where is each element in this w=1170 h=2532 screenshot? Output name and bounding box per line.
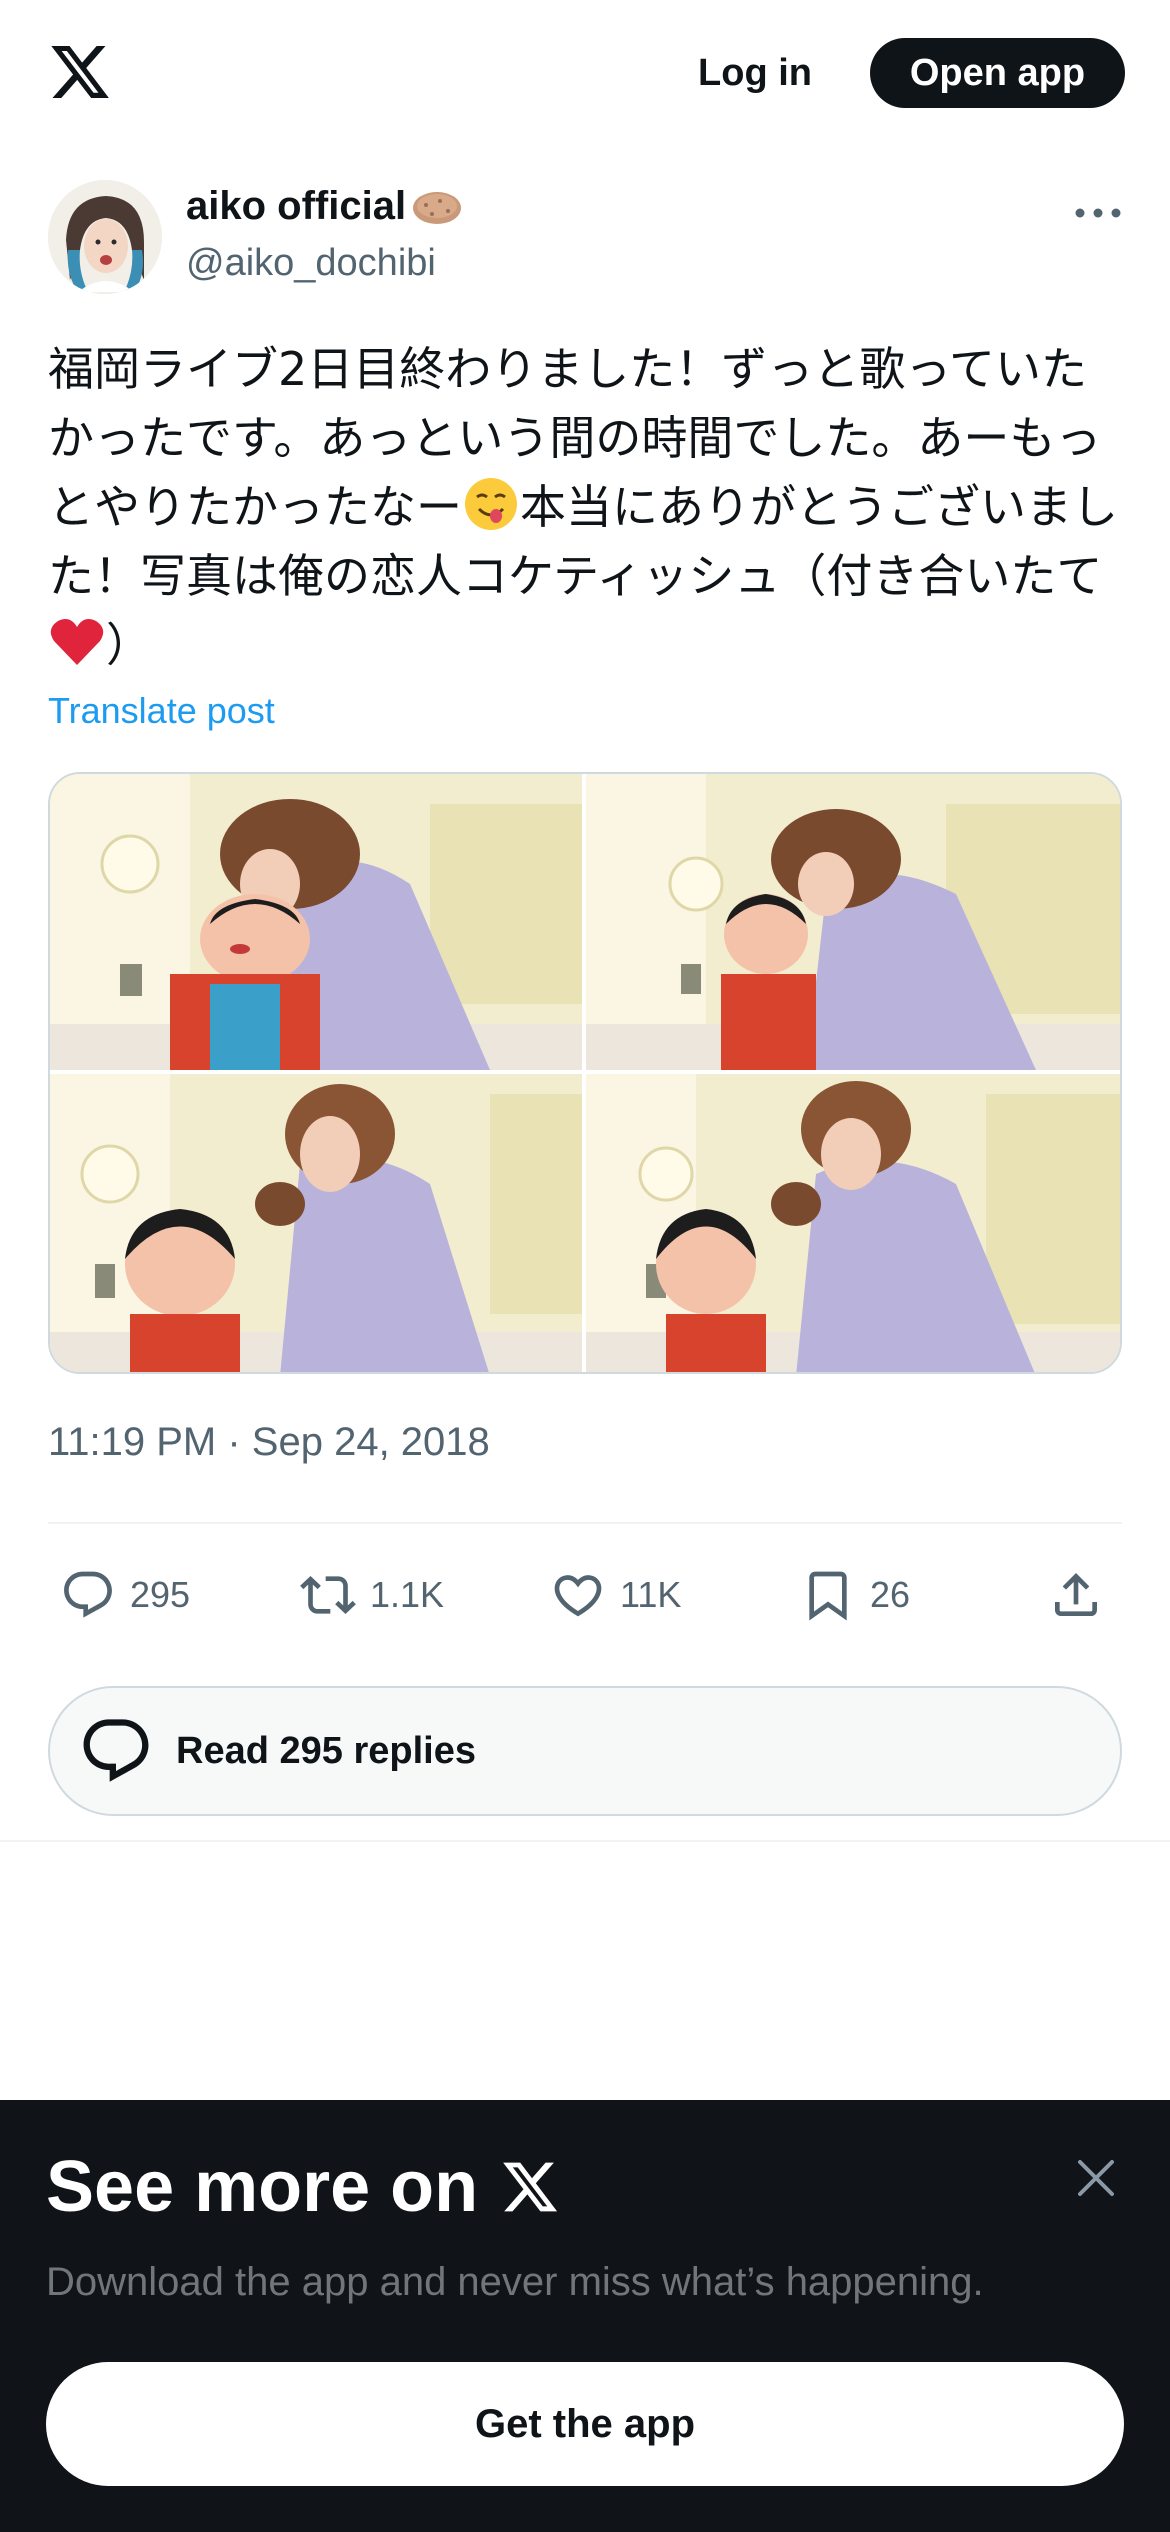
share-button[interactable] (1048, 1560, 1104, 1630)
bookmark-icon (809, 1571, 847, 1621)
repost-count: 1.1K (370, 1574, 445, 1615)
bookmark-button[interactable]: 26 (800, 1560, 910, 1630)
read-replies-label: Read 295 replies (176, 1729, 476, 1772)
photo-4[interactable] (586, 1074, 1120, 1372)
bookmark-count: 26 (870, 1574, 911, 1615)
avatar[interactable] (48, 180, 162, 294)
reply-icon (83, 1719, 149, 1782)
action-bar: 295 1.1K 11K 26 (48, 1560, 1122, 1630)
red-heart-emoji (50, 619, 104, 665)
display-name-text: aiko official (186, 184, 407, 228)
divider (48, 1522, 1122, 1524)
photo-1[interactable] (50, 774, 582, 1070)
post-timestamp[interactable]: 11:19 PM · Sep 24, 2018 (48, 1420, 490, 1465)
log-in-button[interactable]: Log in (680, 40, 830, 106)
like-button[interactable]: 11K (550, 1560, 681, 1630)
translate-post-link[interactable]: Translate post (48, 690, 275, 732)
potato-icon (413, 191, 462, 224)
x-logo-icon[interactable] (48, 40, 112, 104)
share-icon (1055, 1573, 1097, 1616)
heart-icon (554, 1575, 602, 1617)
author-handle[interactable]: @aiko_dochibi (186, 242, 436, 285)
top-bar: Log in Open app (0, 0, 1170, 150)
x-logo-icon (503, 2162, 558, 2212)
reply-icon (64, 1571, 112, 1618)
get-app-sheet: See more on Download the app and never m… (0, 2100, 1170, 2532)
get-the-app-button[interactable]: Get the app (46, 2362, 1124, 2486)
sheet-subtitle: Download the app and never miss what’s h… (46, 2260, 984, 2304)
savoring-face-emoji (465, 478, 517, 530)
reply-count: 295 (130, 1574, 191, 1615)
divider (0, 1840, 1170, 1842)
repost-button[interactable]: 1.1K (300, 1560, 444, 1630)
like-count: 11K (620, 1574, 682, 1615)
open-app-button[interactable]: Open app (870, 38, 1125, 108)
photo-3[interactable] (50, 1074, 582, 1372)
author-name[interactable]: aiko official (186, 184, 464, 229)
close-icon[interactable] (1070, 2152, 1122, 2204)
media-grid (48, 772, 1122, 1374)
post-text: 福岡ライブ2日目終わりました！ずっと歌っていたかったです。あっという間の時間でし… (48, 335, 1128, 680)
post-text-part3: ） (106, 618, 152, 672)
sheet-title: See more on (46, 2146, 560, 2228)
sheet-title-text: See more on (46, 2147, 479, 2227)
more-options-icon[interactable] (1070, 198, 1126, 228)
read-replies-button[interactable]: Read 295 replies (48, 1686, 1122, 1816)
photo-2[interactable] (586, 774, 1120, 1070)
repost-icon (300, 1576, 356, 1614)
reply-button[interactable]: 295 (60, 1560, 190, 1630)
